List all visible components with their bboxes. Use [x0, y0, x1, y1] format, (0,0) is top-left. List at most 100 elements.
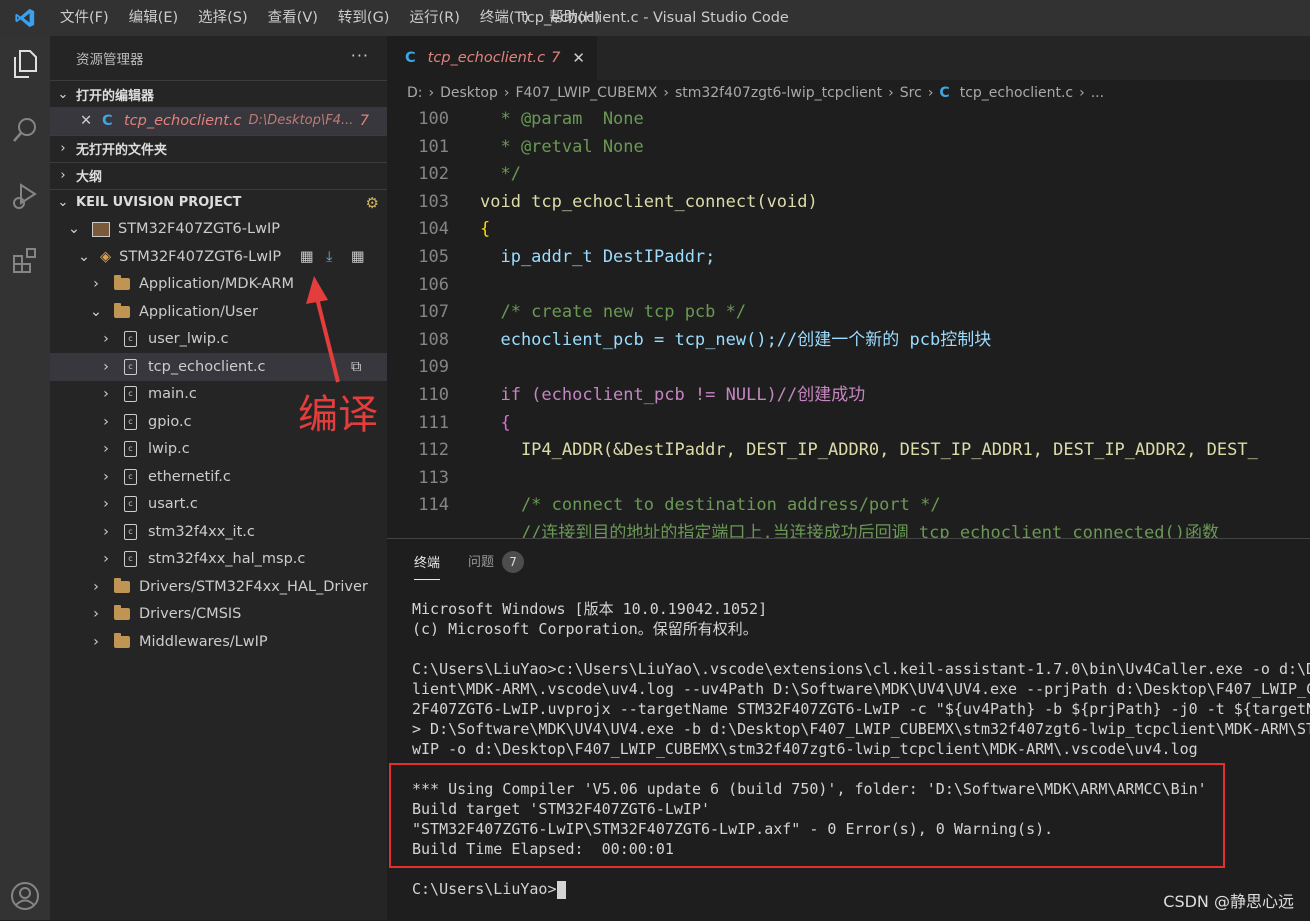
code-line: 107 /* create new tcp pcb */ [387, 299, 1310, 327]
line-number: 101 [418, 136, 449, 157]
code-text: //连接到目的地址的指定端口上,当连接成功后回调 tcp_echoclient_… [480, 522, 1219, 538]
chevron-right-icon: › [888, 85, 894, 101]
chevron-right-icon: › [103, 468, 109, 485]
activity-bar [0, 36, 50, 920]
tree-group[interactable]: › Middlewares/LwIP [50, 628, 387, 656]
title-bar: 文件(F) 编辑(E) 选择(S) 查看(V) 转到(G) 运行(R) 终端(T… [0, 0, 1310, 36]
folder-icon [114, 275, 130, 291]
c-file-icon: c [124, 523, 137, 540]
editor-tabs: C tcp_echoclient.c 7 ✕ [387, 36, 1310, 80]
extensions-icon[interactable] [5, 240, 45, 280]
tree-group[interactable]: › Drivers/STM32F4xx_HAL_Driver [50, 573, 387, 601]
section-open-editors[interactable]: ⌄ 打开的编辑器 [50, 80, 387, 107]
account-icon[interactable] [5, 876, 45, 916]
project-name: STM32F407ZGT6-LwIP [118, 221, 280, 238]
code-text: * @retval None [480, 136, 644, 157]
terminal-line: Microsoft Windows [版本 10.0.19042.1052] [412, 600, 768, 618]
annotation-label: 编译 [298, 392, 378, 438]
tree-file[interactable]: › c stm32f4xx_it.c [50, 518, 387, 546]
chevron-right-icon: › [93, 578, 99, 595]
annotation-arrow-icon [306, 276, 340, 383]
tree-file[interactable]: › c stm32f4xx_hal_msp.c [50, 546, 387, 574]
folder-icon [114, 577, 130, 593]
tab-problem-badge: 7 [551, 50, 561, 66]
c-file-icon: C [405, 50, 416, 66]
close-icon[interactable]: ✕ [80, 113, 102, 129]
c-file-icon: c [124, 551, 137, 568]
line-number: 100 [418, 109, 449, 129]
build-result-highlight-box [389, 763, 1225, 868]
terminal-line: wIP -o d:\Desktop\F407_LWIP_CUBEMX\stm32… [412, 740, 1198, 758]
section-outline[interactable]: › 大纲 [50, 161, 387, 189]
code-line: 100 * @param None [387, 106, 1310, 134]
line-number: 108 [418, 329, 449, 350]
menu-help[interactable]: 帮助(H) [539, 0, 610, 36]
more-actions-icon[interactable]: ··· [351, 46, 369, 65]
breadcrumb-item[interactable]: ... [1091, 85, 1104, 101]
keil-project-node[interactable]: ⌄ STM32F407ZGT6-LwIP [50, 216, 387, 244]
chevron-right-icon: › [927, 85, 934, 101]
file-name: tcp_echoclient.c [148, 358, 266, 375]
menu-view[interactable]: 查看(V) [258, 0, 328, 36]
close-icon[interactable]: ✕ [572, 49, 585, 67]
problem-count-badge: 7 [359, 112, 369, 129]
breadcrumb-item[interactable]: tcp_echoclient.c [960, 85, 1073, 101]
code-text: /* connect to destination address/port *… [480, 495, 941, 516]
chevron-right-icon: › [93, 606, 99, 623]
menu-selection[interactable]: 选择(S) [188, 0, 258, 36]
c-file-icon: c [124, 331, 137, 348]
rebuild-icon[interactable]: ▦ [351, 249, 365, 265]
search-icon[interactable] [5, 110, 45, 150]
c-file-icon: C [939, 85, 950, 101]
line-number: 113 [418, 467, 449, 488]
watermark: CSDN @静思心远 [1163, 892, 1294, 911]
open-project-icon[interactable]: ⚙ [366, 194, 379, 212]
file-name: usart.c [148, 496, 198, 513]
chevron-right-icon: › [103, 331, 109, 348]
code-text: { [480, 412, 511, 433]
menu-go[interactable]: 转到(G) [328, 0, 400, 36]
code-line: 102 */ [387, 161, 1310, 189]
open-editor-item[interactable]: ✕ C tcp_echoclient.c D:\Desktop\F4... 7 [50, 107, 387, 135]
menu-run[interactable]: 运行(R) [399, 0, 469, 36]
build-icon[interactable]: ▦ [300, 249, 314, 265]
section-no-folder[interactable]: › 无打开的文件夹 [50, 134, 387, 162]
menu-edit[interactable]: 编辑(E) [119, 0, 188, 36]
explorer-icon[interactable] [5, 44, 45, 84]
tab-problems[interactable]: 问题 7 [468, 543, 525, 581]
breadcrumb-item[interactable]: D: [407, 85, 423, 101]
c-file-icon: c [124, 358, 137, 375]
menu-file[interactable]: 文件(F) [50, 0, 119, 36]
code-editor[interactable]: 100 * @param None 101 * @retval None 102… [387, 106, 1310, 538]
code-text: */ [480, 164, 521, 185]
editor-tab-active[interactable]: C tcp_echoclient.c 7 ✕ [387, 36, 597, 80]
chevron-right-icon: › [60, 141, 66, 156]
tree-file[interactable]: › c usart.c [50, 491, 387, 519]
code-line: 112 IP4_ADDR(&DestIPaddr, DEST_IP_ADDR0,… [387, 437, 1310, 465]
menu-terminal[interactable]: 终端(T) [470, 0, 539, 36]
file-name: user_lwip.c [148, 331, 229, 348]
keil-target-node[interactable]: ⌄ ◈ STM32F407ZGT6-LwIP ▦ ⤓ ▦ [50, 243, 387, 271]
folder-icon [114, 605, 130, 621]
breadcrumb-item[interactable]: Src [900, 85, 922, 101]
code-text: /* create new tcp pcb */ [480, 302, 747, 323]
breadcrumb-item[interactable]: stm32f407zgt6-lwip_tcpclient [675, 85, 882, 101]
breadcrumb-item[interactable]: Desktop [440, 85, 498, 101]
download-icon[interactable]: ⤓ [326, 249, 332, 265]
tree-file[interactable]: › c ethernetif.c [50, 463, 387, 491]
run-debug-icon[interactable] [5, 176, 45, 216]
code-text: if (echoclient_pcb != NULL)//创建成功 [480, 384, 866, 405]
chevron-right-icon: › [103, 551, 109, 568]
section-no-folder-title: 无打开的文件夹 [76, 143, 168, 158]
chevron-right-icon: › [103, 413, 109, 430]
code-line: //连接到目的地址的指定端口上,当连接成功后回调 tcp_echoclient_… [387, 520, 1310, 538]
tab-terminal[interactable]: 终端 [414, 544, 441, 580]
line-number: 114 [418, 495, 449, 516]
c-file-icon: c [124, 386, 137, 403]
line-number: 111 [418, 412, 449, 433]
tree-group[interactable]: › Drivers/CMSIS [50, 601, 387, 629]
chevron-right-icon: › [103, 386, 109, 403]
section-keil-project[interactable]: ⌄ KEIL UVISION PROJECT ⚙ [50, 188, 387, 216]
breadcrumb-item[interactable]: F407_LWIP_CUBEMX [515, 85, 657, 101]
c-file-icon: c [124, 441, 137, 458]
